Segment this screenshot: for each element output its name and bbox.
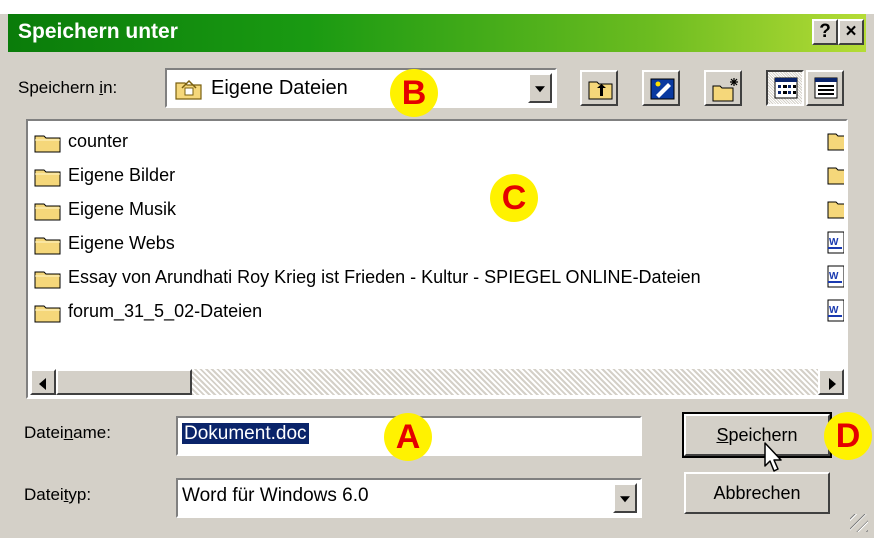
folder-icon	[34, 135, 61, 153]
file-list[interactable]: counter Eigene Bilder Eigene Musik Eigen…	[26, 119, 848, 399]
folder-icon	[34, 203, 61, 221]
folder-icon	[34, 169, 61, 187]
svg-text:W: W	[829, 271, 839, 282]
folder-icon	[34, 271, 61, 289]
save-as-dialog: Speichern unter ? × Speichern in: Eigene…	[0, 0, 874, 538]
item-name: Essay von Arundhati Roy Krieg ist Friede…	[68, 267, 701, 287]
item-name: forum_31_5_02-Dateien	[68, 301, 263, 321]
marker-b: B	[390, 69, 438, 117]
marker-c: C	[490, 174, 538, 222]
list-view-button[interactable]	[766, 70, 804, 106]
marker-d: D	[824, 412, 872, 460]
scroll-left-button[interactable]	[30, 369, 56, 395]
horizontal-scrollbar[interactable]	[30, 369, 844, 395]
new-folder-icon	[712, 78, 738, 102]
desktop-icon	[650, 78, 675, 100]
save-in-value: Eigene Dateien	[211, 77, 348, 99]
window-title: Speichern unter	[18, 20, 178, 43]
desktop-button[interactable]	[642, 70, 680, 106]
folder-icon[interactable]	[824, 199, 844, 223]
folder-up-icon	[588, 81, 613, 100]
folder-icon[interactable]	[824, 131, 844, 155]
filename-label: Dateiname:	[24, 423, 111, 442]
cancel-button[interactable]: Abbrechen	[684, 472, 830, 514]
up-one-level-button[interactable]	[580, 70, 618, 106]
filetype-dropdown[interactable]: Word für Windows 6.0	[176, 478, 642, 518]
details-view-button[interactable]	[806, 70, 844, 106]
close-button[interactable]: ×	[838, 19, 864, 45]
mouse-pointer-icon	[764, 442, 782, 472]
marker-a: A	[384, 413, 432, 461]
home-folder-icon	[175, 79, 202, 100]
word-document-icon[interactable]: W	[824, 265, 844, 289]
resize-grip[interactable]	[850, 514, 868, 532]
item-name: Eigene Musik	[68, 199, 177, 219]
folder-icon	[34, 305, 61, 323]
svg-text:W: W	[829, 237, 839, 248]
save-in-label: Speichern in:	[18, 78, 118, 97]
word-document-icon[interactable]: W	[824, 299, 844, 323]
filetype-label: Dateityp:	[24, 485, 92, 504]
details-view-icon	[814, 77, 838, 99]
filename-value: Dokument.doc	[182, 423, 309, 444]
arrow-right-icon	[829, 378, 836, 390]
save-in-dropdown-arrow[interactable]	[528, 73, 552, 103]
help-button[interactable]: ?	[812, 19, 838, 45]
title-bar[interactable]: Speichern unter ? ×	[8, 14, 866, 52]
item-name: counter	[68, 131, 129, 151]
save-in-dropdown[interactable]: Eigene Dateien	[165, 68, 557, 108]
scroll-right-button[interactable]	[818, 369, 844, 395]
scroll-thumb[interactable]	[56, 369, 192, 395]
folder-icon[interactable]	[824, 165, 844, 189]
arrow-left-icon	[39, 378, 46, 390]
item-name: Eigene Bilder	[68, 165, 176, 185]
item-name: Eigene Webs	[68, 233, 175, 253]
filetype-dropdown-arrow[interactable]	[613, 483, 637, 513]
folder-icon	[34, 237, 61, 255]
filetype-value: Word für Windows 6.0	[182, 485, 369, 506]
save-button[interactable]: Speichern	[682, 412, 832, 458]
word-document-icon[interactable]: W	[824, 231, 844, 255]
list-view-icon	[774, 77, 798, 99]
new-folder-button[interactable]	[704, 70, 742, 106]
svg-text:W: W	[829, 305, 839, 316]
